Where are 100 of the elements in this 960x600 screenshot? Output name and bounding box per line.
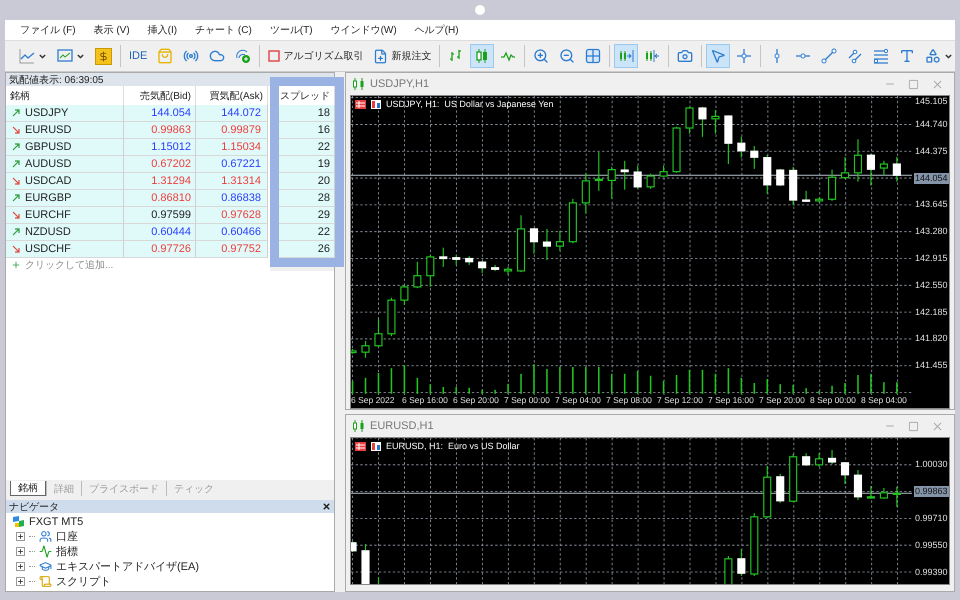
- volume-bar: [766, 379, 768, 394]
- candle: [802, 453, 810, 466]
- ide-button[interactable]: IDE: [125, 44, 152, 68]
- candle: [750, 146, 758, 169]
- expand-toggle[interactable]: [16, 577, 25, 586]
- price-label: 142.550: [914, 280, 949, 291]
- expand-toggle[interactable]: [16, 547, 25, 556]
- spread-value: 16: [279, 122, 335, 139]
- table-icon: [355, 442, 366, 450]
- close-icon: [931, 78, 944, 90]
- candle: [582, 172, 590, 214]
- people-icon: [39, 530, 52, 543]
- symbol-name: NZDUSD: [25, 226, 71, 238]
- symbol-name: EURUSD: [25, 124, 72, 136]
- candle: [815, 198, 824, 202]
- price-label: 1.00030: [914, 459, 949, 470]
- tree-item[interactable]: スクリプト: [56, 574, 111, 589]
- cloud-icon: [209, 48, 226, 64]
- candle: [478, 260, 486, 273]
- candle: [660, 166, 668, 177]
- tree-item[interactable]: 指標: [56, 544, 78, 559]
- spread-value: 20: [279, 173, 335, 190]
- plus-icon: [17, 533, 24, 540]
- time-label: 7 Sep 12:00: [657, 395, 704, 407]
- ask-price: 1.15034: [196, 139, 268, 156]
- caret-icon: [76, 52, 85, 60]
- tree-item[interactable]: エキスパートアドバイザ(EA): [56, 559, 199, 574]
- dollar-icon: [95, 48, 112, 64]
- volume-bar: [442, 387, 444, 394]
- chart-icon: [371, 442, 381, 450]
- price-label: 142.915: [914, 252, 949, 264]
- candlestick-button[interactable]: [470, 44, 494, 68]
- candle: [516, 215, 526, 272]
- cursor-button[interactable]: [706, 44, 730, 68]
- add-symbol-link[interactable]: クリックして追加...: [25, 258, 114, 272]
- bid-price: 0.60444: [124, 224, 196, 241]
- zoom-in-icon: [533, 48, 550, 64]
- menu-item[interactable]: 挿入(I): [138, 23, 186, 37]
- signal-icon: [183, 48, 200, 64]
- candle: [789, 166, 798, 205]
- candle: [828, 170, 836, 201]
- candle: [854, 470, 862, 500]
- expand-toggle[interactable]: [16, 562, 25, 571]
- column-header[interactable]: スプレッド: [279, 86, 335, 105]
- menu-item[interactable]: 表示 (V): [84, 23, 139, 37]
- candle: [763, 466, 772, 518]
- algo-trading-button[interactable]: アルゴリズム取引: [264, 44, 368, 68]
- new-order-icon: [373, 48, 388, 64]
- time-label: 8 Sep 04:00: [861, 395, 908, 407]
- radar-plus-icon: [235, 48, 252, 64]
- tree-item[interactable]: 口座: [56, 529, 78, 544]
- price-label: 144.740: [914, 118, 949, 130]
- candle: [711, 110, 720, 134]
- fibonacci-icon: [873, 48, 890, 64]
- candle: [374, 318, 383, 347]
- price-label: 0.99550: [914, 540, 949, 551]
- indicator-icon: [39, 545, 52, 558]
- candle: [892, 156, 901, 182]
- panel-tab[interactable]: 銘柄: [10, 481, 46, 496]
- menu-item[interactable]: ファイル (F): [11, 23, 85, 37]
- camera-icon: [677, 48, 694, 64]
- candle: [556, 230, 564, 251]
- caret-icon: [944, 52, 954, 60]
- candle: [750, 513, 758, 576]
- close-icon[interactable]: [322, 502, 331, 511]
- plus-icon: [17, 578, 24, 585]
- plus-icon: [17, 548, 24, 555]
- tile-windows-icon: [585, 48, 602, 64]
- candle: [737, 549, 746, 576]
- zoom-out-icon: [559, 48, 576, 64]
- menu-item[interactable]: ツール(T): [260, 23, 322, 37]
- new-order-button[interactable]: 新規注文: [369, 44, 436, 68]
- spread-value: 28: [279, 190, 335, 207]
- menu-item[interactable]: ウインドウ(W): [322, 23, 406, 37]
- menu-item[interactable]: チャート (C): [186, 23, 261, 37]
- auto-scroll-button[interactable]: [614, 44, 638, 68]
- menu-item[interactable]: ヘルプ(H): [406, 23, 468, 37]
- candle: [685, 106, 694, 134]
- candle: [361, 340, 370, 358]
- close-icon: [931, 420, 944, 432]
- price-label: 144.375: [914, 146, 949, 157]
- candle: [452, 254, 460, 265]
- candle: [620, 160, 629, 190]
- candle: [892, 486, 901, 507]
- bid-price: 0.86810: [124, 190, 196, 207]
- expand-toggle[interactable]: [16, 532, 25, 541]
- candle: [789, 454, 798, 502]
- candle: [776, 474, 784, 503]
- candle: [802, 190, 810, 202]
- tree-item[interactable]: FXGT MT5: [29, 516, 84, 528]
- ask-price: 0.97628: [196, 207, 268, 224]
- ask-price: 144.072: [196, 105, 268, 122]
- symbol-name: USDCHF: [25, 243, 71, 255]
- volume-bar: [455, 387, 458, 394]
- candle: [608, 166, 616, 199]
- bid-price: 0.99863: [124, 122, 196, 139]
- channel-icon: [847, 48, 864, 64]
- square-icon: [268, 50, 280, 62]
- panel-title: 気配値表示: 06:39:05: [9, 74, 104, 86]
- script-icon: [39, 575, 52, 588]
